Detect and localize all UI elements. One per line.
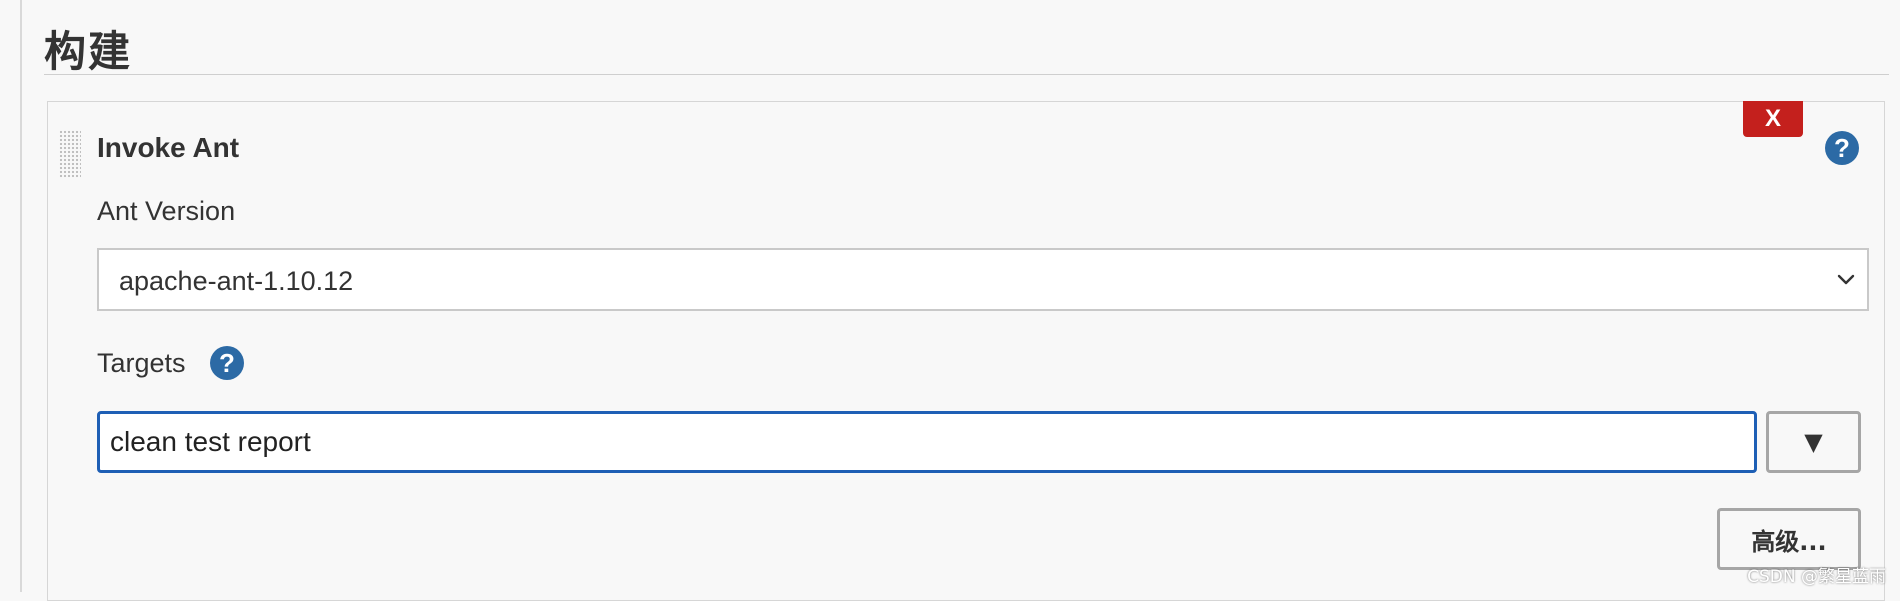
watermark: CSDN @繁星蓝雨 [1747,567,1886,587]
question-circle-icon[interactable]: ? [210,346,244,380]
build-step-panel [47,101,1885,601]
section-divider [44,74,1889,75]
page-left-border [20,0,22,592]
drag-handle-icon[interactable] [59,130,81,178]
targets-label: Targets [97,348,186,378]
ant-version-label: Ant Version [97,196,236,226]
question-circle-icon[interactable]: ? [1825,131,1859,165]
step-title: Invoke Ant [97,132,240,163]
targets-dropdown-button[interactable]: ▼ [1766,411,1861,473]
targets-input[interactable] [97,411,1757,473]
ant-version-selected-value: apache-ant-1.10.12 [119,266,354,296]
section-title: 构建 [44,27,133,76]
chevron-down-icon [1837,274,1855,285]
delete-step-button[interactable]: X [1743,101,1803,137]
advanced-button[interactable]: 高级... [1717,508,1861,570]
ant-version-select[interactable]: apache-ant-1.10.12 [97,248,1869,311]
